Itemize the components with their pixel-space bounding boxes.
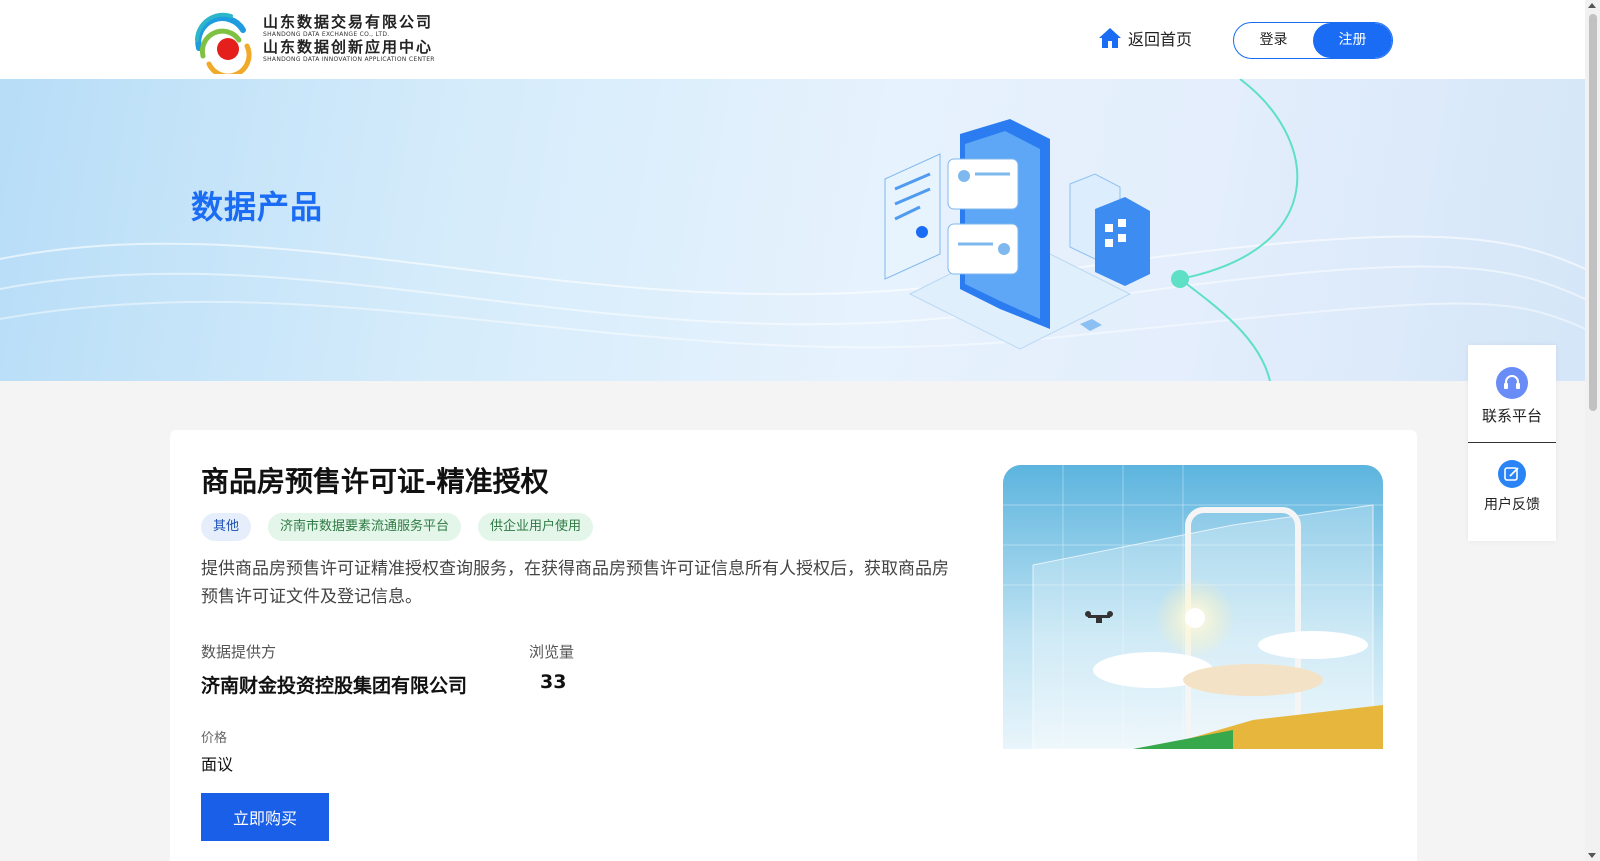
tag-audience: 供企业用户使用 [478,513,594,541]
site-logo[interactable]: 山东数据交易有限公司 SHANDONG DATA EXCHANGE CO., L… [191,12,451,76]
buy-now-button[interactable]: 立即购买 [201,793,329,841]
product-tags: 其他 济南市数据要素流通服务平台 供企业用户使用 [201,513,610,541]
tag-category: 其他 [201,513,252,541]
banner-illustration [884,119,1150,350]
logo-center-en: SHANDONG DATA INNOVATION APPLICATION CEN… [263,56,435,63]
views-label: 浏览量 [529,643,575,661]
login-button[interactable]: 登录 [1234,23,1313,58]
panel-divider [1468,442,1556,443]
provider-value: 济南财金投资控股集团有限公司 [201,675,468,697]
home-link[interactable]: 返回首页 [1098,26,1192,50]
logo-center-cn: 山东数据创新应用中心 [263,38,434,56]
register-button[interactable]: 注册 [1313,23,1392,58]
product-title: 商品房预售许可证-精准授权 [201,465,549,498]
logo-mark-icon [195,12,252,74]
page-banner: 数据产品 [0,79,1585,381]
page-title: 数据产品 [191,188,324,226]
tag-platform: 济南市数据要素流通服务平台 [268,513,462,541]
scroll-down-icon[interactable] [1588,853,1596,858]
contact-platform-label: 联系平台 [1481,407,1542,425]
product-card: 商品房预售许可证-精准授权 其他 济南市数据要素流通服务平台 供企业用户使用 提… [170,430,1417,861]
price-label: 价格 [201,731,228,746]
provider-label: 数据提供方 [201,643,277,661]
headset-icon [1496,367,1528,399]
logo-company-cn: 山东数据交易有限公司 [263,13,434,31]
home-link-label: 返回首页 [1128,30,1193,49]
product-image [1003,465,1383,749]
banner-waves [0,79,1585,381]
edit-icon [1498,460,1526,488]
home-icon [1099,28,1121,48]
scroll-thumb[interactable] [1589,14,1597,411]
views-value: 33 [540,671,567,693]
site-header: 山东数据交易有限公司 SHANDONG DATA EXCHANGE CO., L… [0,0,1585,79]
product-description: 提供商品房预售许可证精准授权查询服务，在获得商品房预售许可证信息所有人授权后，获… [201,559,949,607]
floating-service-panel: 联系平台 用户反馈 [1468,345,1556,541]
contact-platform-button[interactable]: 联系平台 [1468,367,1556,426]
user-feedback-label: 用户反馈 [1484,497,1540,513]
auth-group: 登录 注册 [1233,22,1393,59]
user-feedback-button[interactable]: 用户反馈 [1468,460,1556,514]
page-scrollbar[interactable] [1585,0,1600,861]
scroll-up-icon[interactable] [1588,3,1596,8]
price-value: 面议 [201,755,234,774]
